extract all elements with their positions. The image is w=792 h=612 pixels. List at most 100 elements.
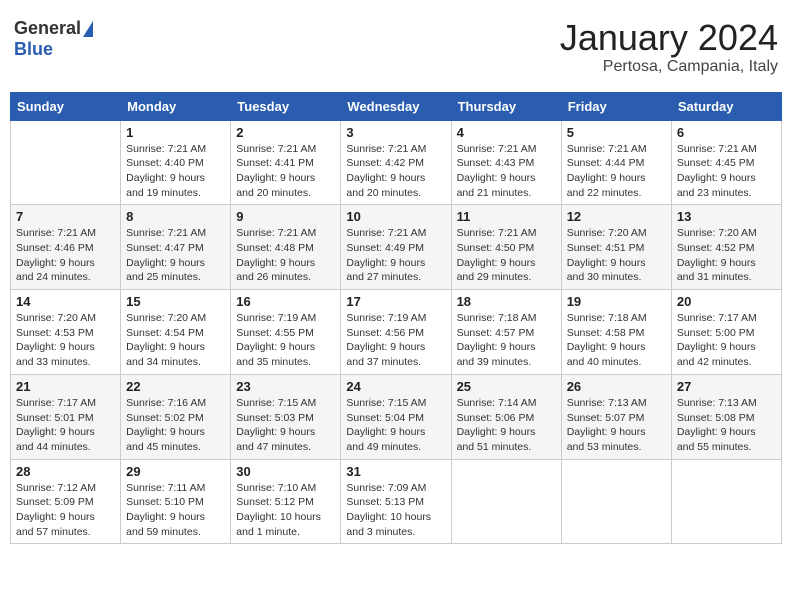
day-info: Sunrise: 7:15 AM Sunset: 5:04 PM Dayligh… bbox=[346, 396, 445, 455]
calendar-week-row: 14 Sunrise: 7:20 AM Sunset: 4:53 PM Dayli… bbox=[11, 290, 782, 375]
calendar-cell: 24Sunrise: 7:15 AM Sunset: 5:04 PM Dayli… bbox=[341, 374, 451, 459]
day-number: 31 bbox=[346, 464, 445, 479]
day-info: Sunrise: 7:19 AM Sunset: 4:55 PM Dayligh… bbox=[236, 311, 335, 370]
logo: General Blue bbox=[14, 18, 93, 60]
calendar-cell: 8 Sunrise: 7:21 AM Sunset: 4:47 PM Daylig… bbox=[121, 205, 231, 290]
calendar-cell: 11 Sunrise: 7:21 AM Sunset: 4:50 PM Dayli… bbox=[451, 205, 561, 290]
day-number: 15 bbox=[126, 294, 225, 309]
calendar-cell: 12 Sunrise: 7:20 AM Sunset: 4:51 PM Dayli… bbox=[561, 205, 671, 290]
day-info: Sunrise: 7:18 AM Sunset: 4:57 PM Dayligh… bbox=[457, 311, 556, 370]
day-info: Sunrise: 7:20 AM Sunset: 4:53 PM Dayligh… bbox=[16, 311, 115, 370]
calendar-cell bbox=[561, 459, 671, 544]
calendar-week-row: 28Sunrise: 7:12 AM Sunset: 5:09 PM Dayli… bbox=[11, 459, 782, 544]
calendar-cell bbox=[671, 459, 781, 544]
day-info: Sunrise: 7:21 AM Sunset: 4:48 PM Dayligh… bbox=[236, 226, 335, 285]
calendar-week-row: 1 Sunrise: 7:21 AM Sunset: 4:40 PM Daylig… bbox=[11, 120, 782, 205]
day-number: 17 bbox=[346, 294, 445, 309]
day-info: Sunrise: 7:20 AM Sunset: 4:51 PM Dayligh… bbox=[567, 226, 666, 285]
logo-triangle-icon bbox=[83, 21, 93, 37]
day-info: Sunrise: 7:21 AM Sunset: 4:49 PM Dayligh… bbox=[346, 226, 445, 285]
calendar-week-row: 7 Sunrise: 7:21 AM Sunset: 4:46 PM Daylig… bbox=[11, 205, 782, 290]
day-number: 21 bbox=[16, 379, 115, 394]
weekday-header-friday: Friday bbox=[561, 92, 671, 120]
day-info: Sunrise: 7:13 AM Sunset: 5:07 PM Dayligh… bbox=[567, 396, 666, 455]
day-number: 12 bbox=[567, 209, 666, 224]
day-info: Sunrise: 7:13 AM Sunset: 5:08 PM Dayligh… bbox=[677, 396, 776, 455]
day-info: Sunrise: 7:21 AM Sunset: 4:46 PM Dayligh… bbox=[16, 226, 115, 285]
day-info: Sunrise: 7:12 AM Sunset: 5:09 PM Dayligh… bbox=[16, 481, 115, 540]
calendar-cell: 23 Sunrise: 7:15 AM Sunset: 5:03 PM Dayli… bbox=[231, 374, 341, 459]
calendar-cell: 30Sunrise: 7:10 AM Sunset: 5:12 PM Dayli… bbox=[231, 459, 341, 544]
calendar-header-row: SundayMondayTuesdayWednesdayThursdayFrid… bbox=[11, 92, 782, 120]
day-number: 29 bbox=[126, 464, 225, 479]
day-number: 23 bbox=[236, 379, 335, 394]
weekday-header-thursday: Thursday bbox=[451, 92, 561, 120]
day-info: Sunrise: 7:11 AM Sunset: 5:10 PM Dayligh… bbox=[126, 481, 225, 540]
weekday-header-tuesday: Tuesday bbox=[231, 92, 341, 120]
calendar-cell: 2 Sunrise: 7:21 AM Sunset: 4:41 PM Daylig… bbox=[231, 120, 341, 205]
calendar-cell: 27 Sunrise: 7:13 AM Sunset: 5:08 PM Dayli… bbox=[671, 374, 781, 459]
calendar-cell: 4 Sunrise: 7:21 AM Sunset: 4:43 PM Daylig… bbox=[451, 120, 561, 205]
calendar-cell: 17 Sunrise: 7:19 AM Sunset: 4:56 PM Dayli… bbox=[341, 290, 451, 375]
weekday-header-monday: Monday bbox=[121, 92, 231, 120]
day-number: 27 bbox=[677, 379, 776, 394]
day-number: 11 bbox=[457, 209, 556, 224]
calendar-cell: 22Sunrise: 7:16 AM Sunset: 5:02 PM Dayli… bbox=[121, 374, 231, 459]
day-number: 8 bbox=[126, 209, 225, 224]
calendar-cell: 21Sunrise: 7:17 AM Sunset: 5:01 PM Dayli… bbox=[11, 374, 121, 459]
day-info: Sunrise: 7:21 AM Sunset: 4:50 PM Dayligh… bbox=[457, 226, 556, 285]
calendar-cell: 16 Sunrise: 7:19 AM Sunset: 4:55 PM Dayli… bbox=[231, 290, 341, 375]
day-number: 20 bbox=[677, 294, 776, 309]
day-info: Sunrise: 7:20 AM Sunset: 4:54 PM Dayligh… bbox=[126, 311, 225, 370]
day-number: 16 bbox=[236, 294, 335, 309]
title-area: January 2024 Pertosa, Campania, Italy bbox=[560, 18, 778, 76]
weekday-header-wednesday: Wednesday bbox=[341, 92, 451, 120]
calendar-cell: 19 Sunrise: 7:18 AM Sunset: 4:58 PM Dayli… bbox=[561, 290, 671, 375]
main-title: January 2024 bbox=[560, 18, 778, 58]
day-info: Sunrise: 7:21 AM Sunset: 4:43 PM Dayligh… bbox=[457, 142, 556, 201]
day-number: 13 bbox=[677, 209, 776, 224]
day-number: 7 bbox=[16, 209, 115, 224]
day-number: 10 bbox=[346, 209, 445, 224]
day-number: 19 bbox=[567, 294, 666, 309]
day-number: 14 bbox=[16, 294, 115, 309]
day-info: Sunrise: 7:21 AM Sunset: 4:45 PM Dayligh… bbox=[677, 142, 776, 201]
calendar-cell: 18 Sunrise: 7:18 AM Sunset: 4:57 PM Dayli… bbox=[451, 290, 561, 375]
calendar-cell: 26Sunrise: 7:13 AM Sunset: 5:07 PM Dayli… bbox=[561, 374, 671, 459]
calendar-cell: 6 Sunrise: 7:21 AM Sunset: 4:45 PM Daylig… bbox=[671, 120, 781, 205]
day-info: Sunrise: 7:21 AM Sunset: 4:42 PM Dayligh… bbox=[346, 142, 445, 201]
day-number: 2 bbox=[236, 125, 335, 140]
calendar-cell: 20 Sunrise: 7:17 AM Sunset: 5:00 PM Dayli… bbox=[671, 290, 781, 375]
day-number: 4 bbox=[457, 125, 556, 140]
day-number: 1 bbox=[126, 125, 225, 140]
calendar-cell: 3Sunrise: 7:21 AM Sunset: 4:42 PM Daylig… bbox=[341, 120, 451, 205]
day-info: Sunrise: 7:10 AM Sunset: 5:12 PM Dayligh… bbox=[236, 481, 335, 540]
logo-general-text: General bbox=[14, 18, 81, 39]
day-info: Sunrise: 7:17 AM Sunset: 5:00 PM Dayligh… bbox=[677, 311, 776, 370]
day-info: Sunrise: 7:15 AM Sunset: 5:03 PM Dayligh… bbox=[236, 396, 335, 455]
day-number: 18 bbox=[457, 294, 556, 309]
day-info: Sunrise: 7:20 AM Sunset: 4:52 PM Dayligh… bbox=[677, 226, 776, 285]
day-info: Sunrise: 7:09 AM Sunset: 5:13 PM Dayligh… bbox=[346, 481, 445, 540]
weekday-header-saturday: Saturday bbox=[671, 92, 781, 120]
calendar-cell bbox=[11, 120, 121, 205]
day-number: 6 bbox=[677, 125, 776, 140]
calendar-cell: 13 Sunrise: 7:20 AM Sunset: 4:52 PM Dayli… bbox=[671, 205, 781, 290]
day-info: Sunrise: 7:18 AM Sunset: 4:58 PM Dayligh… bbox=[567, 311, 666, 370]
header: General Blue January 2024 Pertosa, Campa… bbox=[10, 10, 782, 84]
calendar-cell bbox=[451, 459, 561, 544]
calendar-cell: 31 Sunrise: 7:09 AM Sunset: 5:13 PM Dayli… bbox=[341, 459, 451, 544]
calendar-cell: 5Sunrise: 7:21 AM Sunset: 4:44 PM Daylig… bbox=[561, 120, 671, 205]
day-number: 25 bbox=[457, 379, 556, 394]
calendar-week-row: 21Sunrise: 7:17 AM Sunset: 5:01 PM Dayli… bbox=[11, 374, 782, 459]
logo-blue-text: Blue bbox=[14, 39, 53, 60]
calendar-cell: 15 Sunrise: 7:20 AM Sunset: 4:54 PM Dayli… bbox=[121, 290, 231, 375]
day-info: Sunrise: 7:21 AM Sunset: 4:47 PM Dayligh… bbox=[126, 226, 225, 285]
day-info: Sunrise: 7:21 AM Sunset: 4:41 PM Dayligh… bbox=[236, 142, 335, 201]
day-info: Sunrise: 7:19 AM Sunset: 4:56 PM Dayligh… bbox=[346, 311, 445, 370]
day-info: Sunrise: 7:21 AM Sunset: 4:40 PM Dayligh… bbox=[126, 142, 225, 201]
calendar-cell: 10 Sunrise: 7:21 AM Sunset: 4:49 PM Dayli… bbox=[341, 205, 451, 290]
calendar-cell: 29 Sunrise: 7:11 AM Sunset: 5:10 PM Dayli… bbox=[121, 459, 231, 544]
calendar-cell: 14 Sunrise: 7:20 AM Sunset: 4:53 PM Dayli… bbox=[11, 290, 121, 375]
calendar-cell: 9Sunrise: 7:21 AM Sunset: 4:48 PM Daylig… bbox=[231, 205, 341, 290]
